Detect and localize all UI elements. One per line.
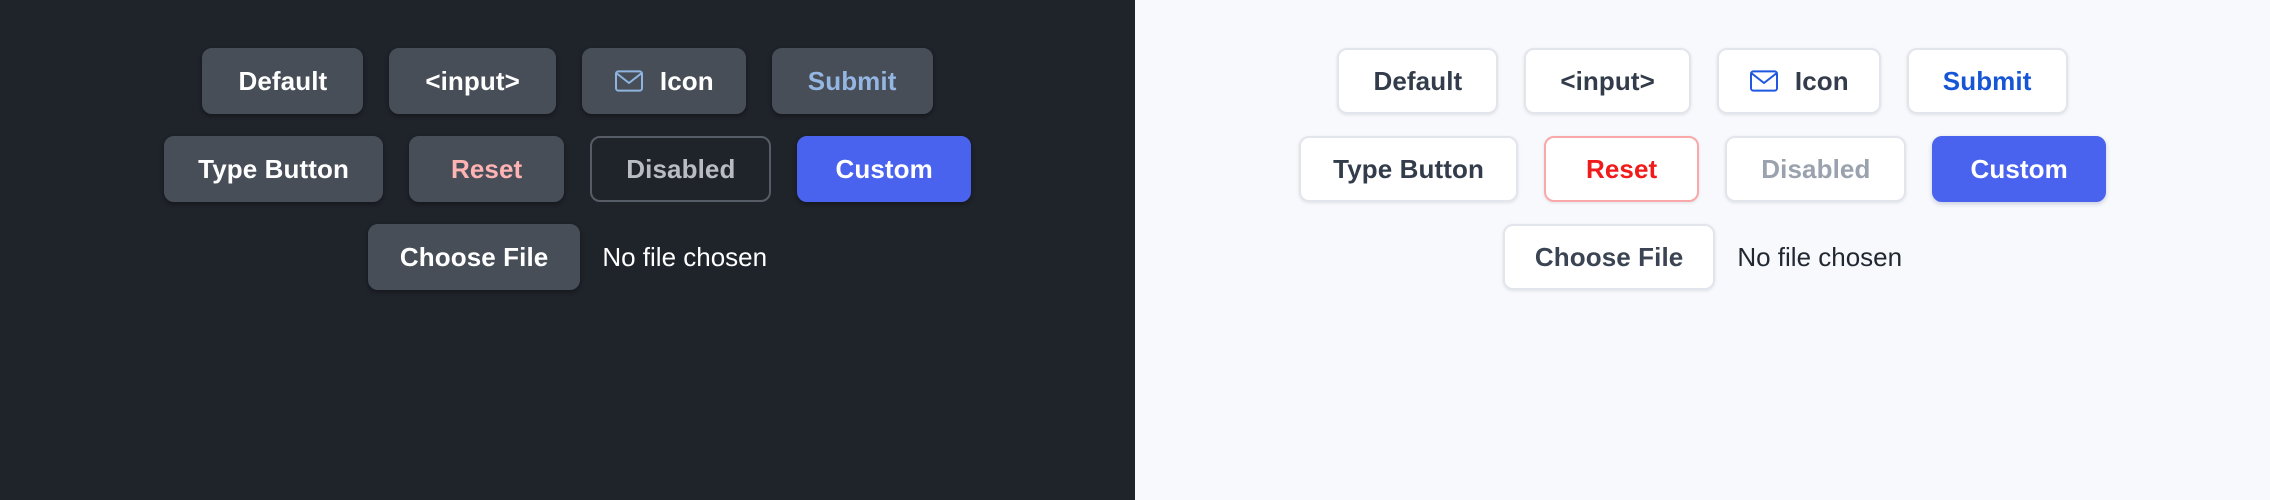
light-file-input-row: Choose File No file chosen (1135, 224, 2270, 290)
submit-button-dark[interactable]: Submit (771, 48, 933, 114)
default-button-dark[interactable]: Default (202, 48, 364, 114)
submit-button-dark-label: Submit (807, 66, 897, 96)
file-input-dark[interactable]: Choose File No file chosen (367, 224, 768, 290)
choose-file-button-light-label: Choose File (1534, 242, 1684, 272)
default-button-light[interactable]: Default (1337, 48, 1499, 114)
input-button-light[interactable]: <input> (1524, 48, 1691, 114)
default-button-light-label: Default (1373, 66, 1463, 96)
envelope-icon (614, 69, 644, 93)
reset-button-dark[interactable]: Reset (408, 136, 565, 202)
type-button-light[interactable]: Type Button (1299, 136, 1518, 202)
choose-file-button-dark-label: Choose File (399, 242, 549, 272)
custom-button-dark-label: Custom (835, 154, 933, 184)
envelope-icon (1749, 69, 1779, 93)
custom-button-light[interactable]: Custom (1932, 136, 2106, 202)
input-button-dark-label: <input> (425, 66, 520, 96)
default-button-dark-label: Default (238, 66, 328, 96)
dark-file-input-row: Choose File No file chosen (0, 224, 1135, 290)
file-status-text-light: No file chosen (1737, 241, 1903, 272)
submit-button-light[interactable]: Submit (1906, 48, 2068, 114)
custom-button-light-label: Custom (1970, 154, 2068, 184)
type-button-dark[interactable]: Type Button (164, 136, 383, 202)
disabled-button-light-label: Disabled (1761, 154, 1871, 184)
dark-theme-panel: Default <input> Icon Submit Type Button … (0, 0, 1135, 500)
icon-button-light[interactable]: Icon (1716, 48, 1881, 114)
disabled-button-dark: Disabled (590, 136, 772, 202)
disabled-button-dark-label: Disabled (626, 154, 736, 184)
button-showcase: Default <input> Icon Submit Type Button … (0, 0, 2270, 500)
disabled-button-light: Disabled (1725, 136, 1907, 202)
input-button-light-label: <input> (1560, 66, 1655, 96)
input-button-dark[interactable]: <input> (389, 48, 556, 114)
icon-button-dark-label: Icon (659, 66, 714, 96)
icon-button-light-label: Icon (1794, 66, 1849, 96)
icon-button-dark[interactable]: Icon (581, 48, 746, 114)
custom-button-dark[interactable]: Custom (797, 136, 971, 202)
reset-button-light[interactable]: Reset (1543, 136, 1700, 202)
submit-button-light-label: Submit (1942, 66, 2032, 96)
reset-button-dark-label: Reset (450, 154, 523, 184)
type-button-dark-label: Type Button (198, 154, 349, 184)
type-button-light-label: Type Button (1333, 154, 1484, 184)
file-status-text-dark: No file chosen (602, 241, 768, 272)
light-theme-panel: Default <input> Icon Submit Type Button … (1135, 0, 2270, 500)
dark-button-row-1: Default <input> Icon Submit (0, 48, 1135, 114)
file-input-light[interactable]: Choose File No file chosen (1502, 224, 1903, 290)
choose-file-button-dark[interactable]: Choose File (367, 224, 581, 290)
light-button-row-1: Default <input> Icon Submit (1135, 48, 2270, 114)
choose-file-button-light[interactable]: Choose File (1502, 224, 1716, 290)
reset-button-light-label: Reset (1585, 154, 1658, 184)
light-button-row-2: Type Button Reset Disabled Custom (1135, 136, 2270, 202)
dark-button-row-2: Type Button Reset Disabled Custom (0, 136, 1135, 202)
